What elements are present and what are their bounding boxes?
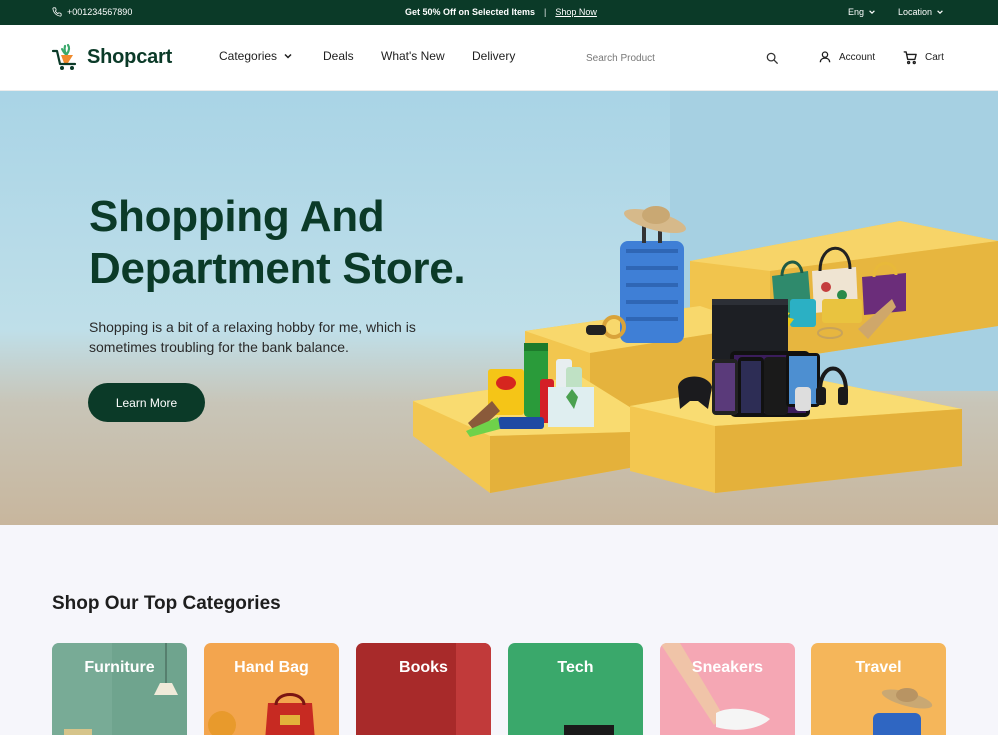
chevron-down-icon [869,10,875,15]
shop-now-link[interactable]: Shop Now [555,7,597,17]
cart-icon [903,51,917,65]
categories-heading: Shop Our Top Categories [52,593,281,614]
logo-cart-icon [51,43,77,70]
category-card-travel[interactable]: Travel [811,643,946,735]
promo-text: Get 50% Off on Selected Items [405,7,536,17]
nav-categories[interactable]: Categories [219,49,293,63]
account-link[interactable]: Account [818,50,875,64]
nav-categories-label: Categories [219,49,278,63]
language-label: Eng [848,7,865,17]
nav-whats-new-label: What's New [381,49,445,63]
chevron-down-icon [937,10,943,15]
promo-banner: Get 50% Off on Selected Items | Shop Now [405,7,597,17]
nav-deals[interactable]: Deals [323,49,354,63]
chevron-down-icon [284,53,292,59]
category-card-hand-bag[interactable]: Hand Bag [204,643,339,735]
user-icon [819,51,831,63]
books-image [356,643,491,735]
account-label: Account [839,51,876,63]
language-selector[interactable]: Eng [848,7,876,17]
category-label: Sneakers [691,659,764,676]
category-label: Tech [557,659,594,676]
main-header: Shopcart Categories Deals What's New Del… [0,25,998,91]
sneakers-image [660,643,795,735]
nav-whats-new[interactable]: What's New [381,49,445,63]
category-card-furniture[interactable]: Furniture [52,643,187,735]
category-label: Hand Bag [234,659,309,676]
hand-bag-image [204,643,339,735]
nav-deals-label: Deals [323,49,354,63]
hero-banner: Shopping And Department Store. Shopping … [0,91,998,525]
hero-subtitle: Shopping is a bit of a relaxing hobby fo… [89,319,416,355]
phone-contact[interactable]: +001234567890 [52,7,132,17]
search-input[interactable] [586,48,756,69]
nav-delivery-label: Delivery [472,49,516,63]
category-label: Furniture [84,659,155,676]
category-card-tech[interactable]: Tech [508,643,643,735]
hero-title: Shopping And Department Store. [89,192,466,293]
phone-number: +001234567890 [67,7,133,17]
cart-label: Cart [925,52,944,63]
learn-more-button[interactable]: Learn More [88,383,205,422]
category-card-sneakers[interactable]: Sneakers [660,643,795,735]
location-selector[interactable]: Location [898,7,944,17]
logo[interactable]: Shopcart [51,42,172,72]
furniture-image [52,643,187,735]
location-label: Location [898,7,933,17]
search-bar [586,48,781,69]
cart-link[interactable]: Cart [903,50,944,65]
category-label: Travel [855,659,902,676]
category-label: Books [399,659,448,676]
category-card-books[interactable]: Books [356,643,491,735]
travel-image [811,643,946,735]
promo-separator: | [544,7,547,17]
logo-text: Shopcart [87,45,173,68]
tech-image [508,643,643,735]
phone-icon [52,7,62,17]
hero-products-illustration [413,91,998,493]
top-bar: +001234567890 Get 50% Off on Selected It… [0,0,998,25]
nav-delivery[interactable]: Delivery [472,49,515,63]
search-icon[interactable] [765,51,779,65]
